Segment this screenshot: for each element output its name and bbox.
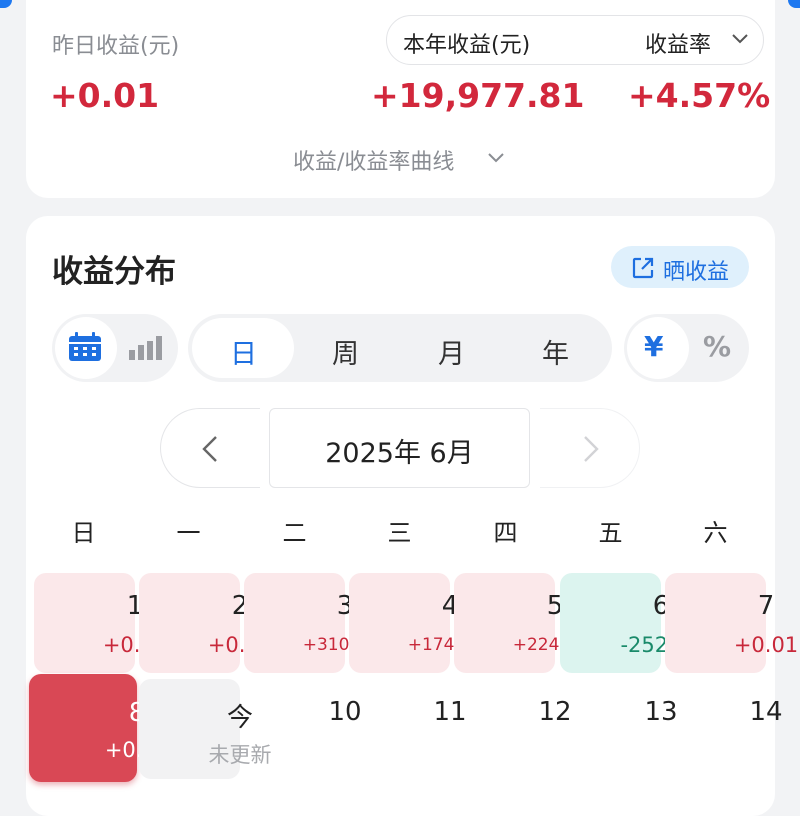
day-earnings: +0.01	[716, 633, 800, 657]
calendar-day[interactable]: 1 +0.02	[34, 573, 135, 673]
weekday-mon: 一	[137, 513, 240, 548]
section-title: 收益分布	[52, 246, 176, 291]
share-earnings-button[interactable]: 晒收益	[611, 246, 749, 288]
calendar-day[interactable]: 2 +0.02	[139, 573, 240, 673]
bar-chart-view-icon[interactable]	[128, 336, 162, 360]
year-rate-value: +4.57%	[628, 76, 770, 115]
curve-toggle-link[interactable]: 收益/收益率曲线	[293, 144, 454, 176]
yesterday-earnings-value: +0.01	[50, 76, 159, 115]
year-earnings-selector[interactable]: 本年收益(元) 收益率	[386, 15, 764, 65]
top-right-accent	[788, 0, 800, 8]
calendar-day[interactable]: 14	[665, 679, 766, 779]
unit-yuan-tab[interactable]: ¥	[644, 330, 663, 363]
weekday-wed: 三	[348, 513, 451, 548]
period-tab-year[interactable]: 年	[542, 332, 569, 371]
calendar-day[interactable]: 7 +0.01	[665, 573, 766, 673]
calendar-day[interactable]: 5 +2241.01	[454, 573, 555, 673]
earnings-distribution-card: 收益分布 晒收益 日 周 月 年	[26, 216, 775, 816]
chevron-down-icon	[731, 31, 749, 45]
calendar-day-today[interactable]: 今 未更新	[139, 679, 240, 779]
calendar-day[interactable]: 11	[349, 679, 450, 779]
next-month-button[interactable]	[540, 408, 640, 488]
top-left-accent	[0, 0, 12, 8]
period-switch: 日 周 月 年	[188, 314, 612, 382]
calendar-view-icon[interactable]	[68, 332, 102, 362]
chevron-right-icon	[582, 435, 600, 463]
day-number: 7	[716, 591, 800, 621]
weekday-fri: 五	[559, 513, 662, 548]
unit-percent-tab[interactable]: %	[703, 330, 731, 363]
view-mode-switch	[52, 314, 178, 382]
calendar-day[interactable]: 13	[560, 679, 661, 779]
month-picker[interactable]: 2025年 6月	[269, 408, 530, 488]
earnings-summary-card: 昨日收益(元) +0.01 本年收益(元) 收益率 +19,977.81 +4.…	[26, 0, 775, 198]
calendar-day[interactable]: 3 +3105.23	[244, 573, 345, 673]
external-share-icon	[631, 256, 655, 280]
yesterday-earnings-label: 昨日收益(元)	[52, 28, 179, 60]
calendar-day[interactable]: 10	[244, 679, 345, 779]
period-tab-day[interactable]: 日	[230, 332, 257, 371]
weekday-tue: 二	[243, 513, 346, 548]
current-month-label: 2025年 6月	[270, 431, 529, 470]
previous-month-button[interactable]	[160, 408, 260, 488]
share-earnings-label: 晒收益	[663, 254, 729, 286]
day-number: 14	[716, 697, 800, 727]
weekday-sun: 日	[32, 513, 135, 548]
weekday-sat: 六	[664, 513, 767, 548]
year-earnings-value: +19,977.81	[371, 76, 584, 115]
calendar-day[interactable]: 6 -252.67	[560, 573, 661, 673]
rate-label: 收益率	[645, 27, 711, 59]
calendar-day-selected[interactable]: 8 +0.01	[29, 674, 137, 782]
chevron-left-icon	[201, 435, 219, 463]
calendar-day[interactable]: 4 +1741.31	[349, 573, 450, 673]
period-tab-month[interactable]: 月	[438, 332, 465, 371]
unit-switch: ¥ %	[624, 314, 749, 382]
calendar-day[interactable]: 12	[454, 679, 555, 779]
period-tab-week[interactable]: 周	[332, 332, 359, 371]
weekday-thu: 四	[454, 513, 557, 548]
chevron-down-icon[interactable]	[487, 150, 505, 164]
year-earnings-label: 本年收益(元)	[403, 27, 530, 59]
